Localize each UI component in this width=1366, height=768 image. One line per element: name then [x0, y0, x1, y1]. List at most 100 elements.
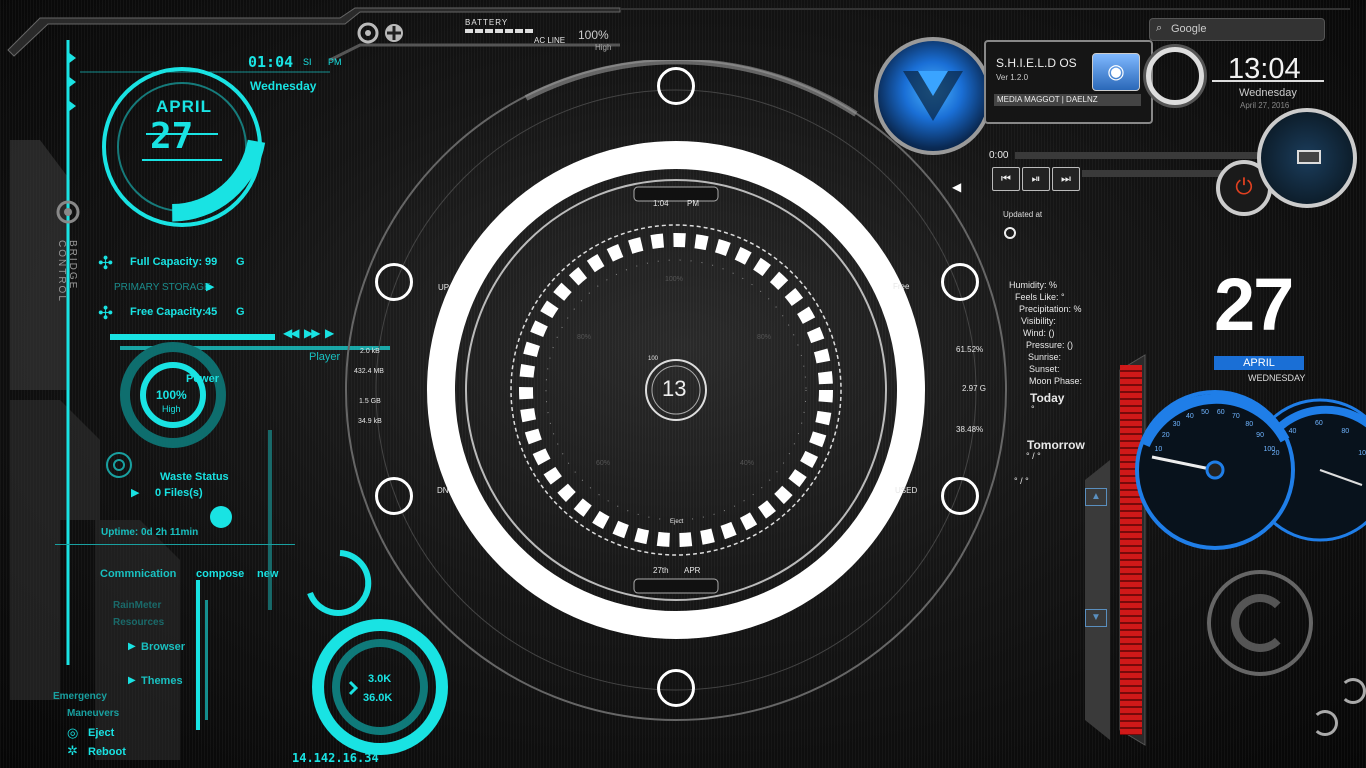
hud-scale-right: 80%	[757, 334, 772, 341]
settings-icon[interactable]	[357, 22, 417, 49]
full-capacity-value: 99	[205, 256, 218, 268]
media-time: 0:00	[989, 150, 1009, 161]
reboot-icon: ✲	[67, 743, 78, 758]
weather-today-temp: °	[1031, 404, 1035, 414]
media-prev-button[interactable]: ⏮	[992, 167, 1020, 191]
weather-pressure: Pressure: ()	[1026, 340, 1074, 350]
battery-level: High	[595, 43, 612, 52]
media-next-button[interactable]: ⏭	[1052, 167, 1080, 191]
weather-wind: Wind: ()	[1023, 328, 1055, 338]
clock-time: 13:04	[1228, 53, 1301, 85]
weather-sunrise: Sunrise:	[1028, 352, 1062, 362]
hud-dn-value-1: 1.5 GB	[359, 398, 381, 405]
reboot-button[interactable]: Reboot	[88, 746, 126, 758]
hud-label-free: Free	[893, 282, 910, 291]
hud-up-value-1: 2.0 kB	[360, 348, 380, 355]
gray-dial	[1207, 570, 1313, 676]
hud-up-value-2: 432.4 MB	[354, 368, 384, 375]
clock-day: Wednesday	[1239, 87, 1297, 99]
gauge-center-icon	[1297, 150, 1321, 164]
hud-label-used: USED	[895, 486, 918, 495]
scroll-up-button[interactable]: ▲	[1085, 488, 1107, 506]
analog-gauge	[1257, 108, 1357, 208]
speedo-tick-label: 40	[1186, 412, 1194, 420]
shield-title: S.H.I.E.L.D OS	[996, 56, 1077, 70]
weather-tomorrow-temp: ° / °	[1026, 451, 1041, 461]
rainmeter-link[interactable]: RainMeter	[113, 600, 161, 611]
speedo2-tick-label: 80	[1341, 428, 1350, 436]
eject-button[interactable]: Eject	[88, 727, 114, 739]
big-date: 27	[1214, 263, 1294, 346]
ip-address: 14.142.16.34	[292, 751, 379, 765]
bridge-control-icon	[56, 200, 80, 229]
primary-storage-label: PRIMARY STORAGE	[114, 282, 211, 293]
shield-version: Ver 1.2.0	[996, 73, 1029, 82]
empty-recycle-button[interactable]	[210, 506, 232, 528]
browser-link[interactable]: Browser	[141, 641, 185, 653]
browser-arrow: ▶	[128, 641, 136, 652]
power-level: High	[162, 404, 181, 414]
left-arrows	[66, 52, 78, 127]
weather-humidity: Humidity: %	[1009, 280, 1058, 290]
hud-free-value-1: 61.52%	[956, 345, 984, 354]
hud-node-free	[941, 263, 979, 301]
speedo-tick-label: 80	[1245, 420, 1254, 428]
speedo2-tick-label: 20	[1271, 450, 1280, 458]
corner-ring-2	[1312, 710, 1338, 736]
hud-used-value: 38.48%	[956, 425, 984, 434]
big-month: APRIL	[1214, 356, 1304, 370]
waste-status-label: Waste Status	[160, 471, 229, 483]
speedometers	[1135, 390, 1366, 550]
compose-link[interactable]: compose	[196, 568, 244, 580]
themes-link[interactable]: Themes	[141, 675, 183, 687]
eject-icon: ◎	[67, 725, 79, 740]
waste-arrow[interactable]: ▶	[131, 486, 139, 499]
finder-icon[interactable]: ◉	[1092, 53, 1140, 91]
hud-node-top	[657, 67, 695, 105]
search-icon: ⌕	[1156, 22, 1163, 34]
gray-dial-inner	[1231, 594, 1289, 652]
battery-label: BATTERY	[465, 18, 509, 27]
weather-feels-like: Feels Like: °	[1015, 292, 1065, 302]
full-capacity-label: Full Capacity:	[130, 256, 203, 268]
left-month: APRIL	[156, 97, 212, 116]
maneuvers-label: Maneuvers	[67, 708, 120, 719]
waste-status-value: 0 Files(s)	[155, 487, 203, 499]
google-search-box[interactable]: ⌕ Google	[1149, 18, 1325, 41]
weather-tomorrow-temp-2: ° / °	[1014, 476, 1029, 486]
free-capacity-value: 45	[205, 306, 218, 318]
weather-refresh-icon[interactable]	[1004, 227, 1016, 239]
power-label: Power	[186, 373, 220, 385]
hud-free-value-2: 2.97 G	[962, 384, 987, 393]
hud-node-bottom	[657, 669, 695, 707]
player-prev-icon[interactable]: ◀◀	[283, 326, 300, 340]
speedo-tick-label: 30	[1172, 420, 1181, 428]
media-volume[interactable]	[1082, 170, 1222, 177]
power-percent: 100%	[156, 388, 187, 402]
hud-day-number: 13	[662, 376, 687, 401]
ac-line-label: AC LINE	[534, 36, 566, 45]
uptime: Uptime: 0d 2h 11min	[101, 527, 199, 538]
speedo-tick-label: 60	[1216, 408, 1225, 416]
left-seconds: SI	[303, 57, 312, 67]
media-progress[interactable]	[1015, 152, 1265, 159]
scroll-down-button[interactable]: ▼	[1085, 609, 1107, 627]
shield-logo	[874, 37, 992, 155]
hud-scale-bl: 60%	[596, 460, 611, 467]
speedo-tick-label: 90	[1256, 432, 1264, 440]
hud-scale-top: 100%	[665, 276, 683, 283]
spinner-ring	[1146, 47, 1204, 105]
vertical-bar-3	[268, 430, 272, 610]
player-next-icon[interactable]: ▶▶	[304, 326, 321, 340]
primary-storage-arrow[interactable]: ▶	[206, 280, 214, 293]
media-play-pause-button[interactable]: ⏯	[1022, 167, 1050, 191]
weather-updated: Updated at	[1003, 210, 1043, 219]
weather-tomorrow: Tomorrow	[1027, 438, 1085, 452]
hud-ampm: PM	[687, 199, 699, 208]
hud-scale-left: 80%	[577, 334, 592, 341]
hud-node-up	[375, 263, 413, 301]
resources-link[interactable]: Resources	[113, 617, 164, 628]
fan-icon-2: ✣	[98, 303, 114, 323]
speedo2-tick-label: 100	[1358, 450, 1366, 458]
communication-label: Commnication	[100, 568, 177, 580]
